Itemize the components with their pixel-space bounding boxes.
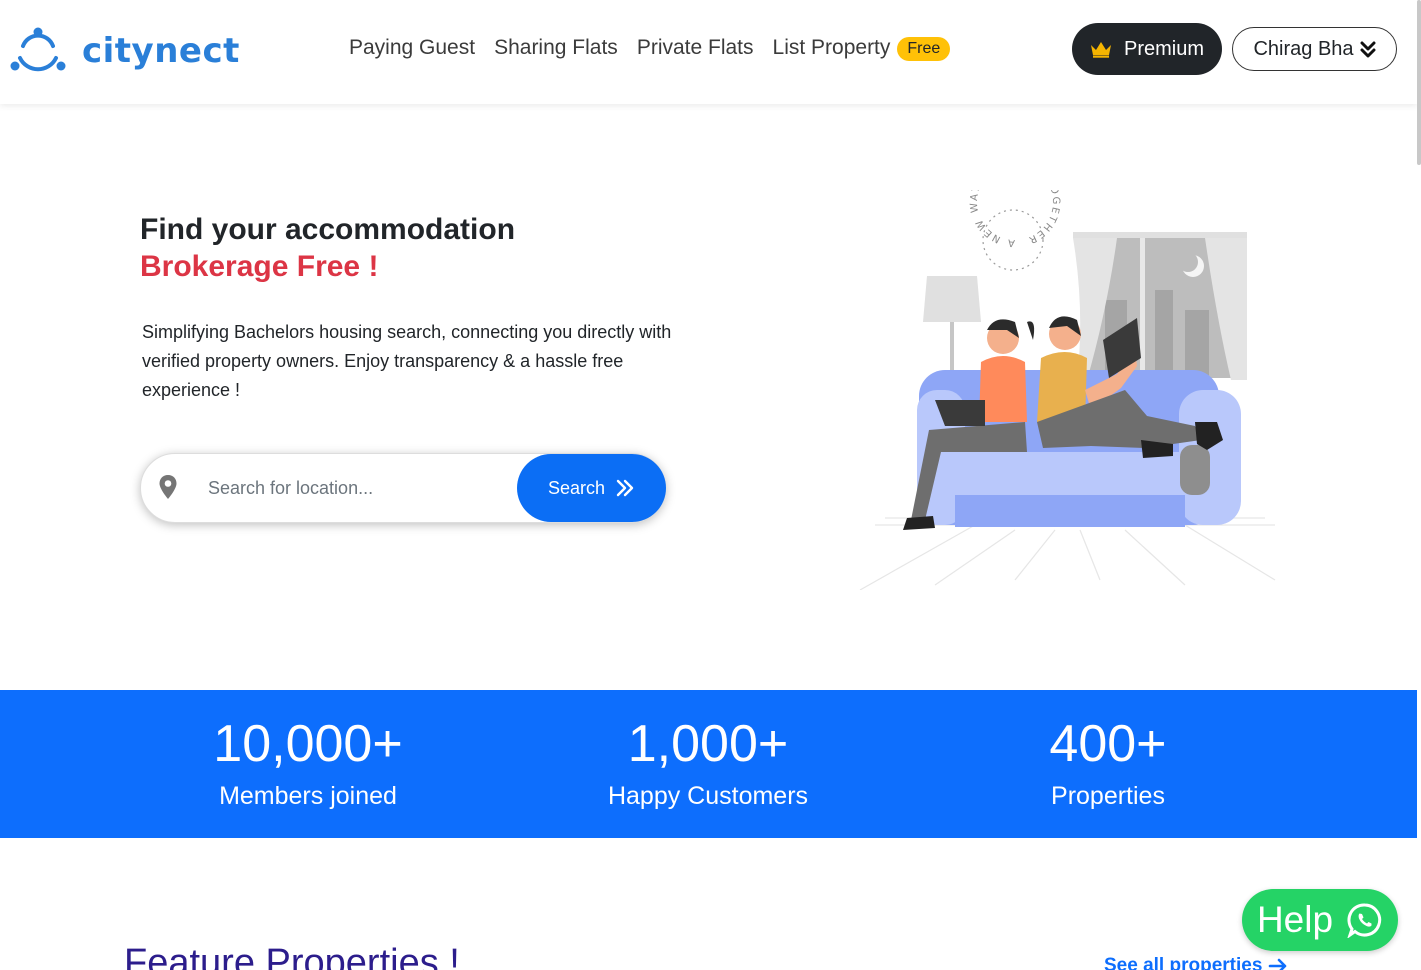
location-pin-icon [159, 475, 177, 499]
help-whatsapp-button[interactable]: Help [1242, 889, 1398, 951]
see-all-properties-link[interactable]: See all properties [1104, 955, 1288, 970]
search-button-label: Search [547, 477, 606, 498]
nav-sharing-flats[interactable]: Sharing Flats [494, 36, 618, 60]
badge-text: A NEW WAY OF LIVING TOGETHER [969, 190, 1061, 248]
scrollbar-thumb[interactable] [1417, 0, 1421, 165]
nav-paying-guest[interactable]: Paying Guest [349, 36, 475, 60]
user-menu-button[interactable]: Chirag Bha [1232, 27, 1397, 71]
whatsapp-icon [1347, 903, 1382, 938]
premium-button[interactable]: Premium [1072, 23, 1222, 75]
see-all-label: See all properties [1104, 955, 1263, 970]
stat-label: Happy Customers [607, 782, 809, 810]
hero-description: Simplifying Bachelors housing search, co… [142, 322, 672, 400]
nav-list-property[interactable]: List Property [773, 36, 891, 60]
stat-number: 1,000+ [627, 715, 789, 773]
featured-title: Feature Properties ! [124, 942, 460, 970]
stat-members: 10,000+ Members joined [108, 690, 508, 811]
stat-number: 10,000+ [213, 715, 403, 773]
stat-label: Members joined [219, 782, 397, 810]
double-chevron-right-icon [616, 479, 634, 497]
free-badge: Free [897, 37, 951, 61]
crown-icon [1090, 42, 1111, 58]
chevron-down-icon [1360, 41, 1376, 58]
stats-band: 10,000+ Members joined 1,000+ Happy Cust… [0, 690, 1417, 838]
premium-label: Premium [1123, 37, 1204, 60]
logo[interactable]: citynect [8, 26, 240, 76]
hero-illustration: A NEW WAY OF LIVING TOGETHER [859, 190, 1276, 590]
nav-private-flats[interactable]: Private Flats [637, 36, 754, 60]
search-button[interactable]: Search [517, 454, 666, 522]
help-label: Help [1256, 899, 1334, 940]
logo-text: citynect [82, 31, 240, 71]
stat-customers: 1,000+ Happy Customers [508, 690, 908, 811]
stat-label: Properties [1051, 782, 1165, 810]
arrow-right-icon [1269, 958, 1287, 970]
hero-subtitle: Brokerage Free ! [140, 250, 379, 283]
main-nav: Paying Guest Sharing Flats Private Flats… [349, 36, 951, 61]
location-search-input[interactable] [196, 470, 506, 506]
stat-properties: 400+ Properties [908, 690, 1308, 811]
stat-number: 400+ [1049, 715, 1167, 773]
site-header: citynect Paying Guest Sharing Flats Priv… [0, 0, 1417, 104]
user-name: Chirag Bha [1253, 37, 1354, 60]
logo-icon [10, 27, 66, 72]
hero-title: Find your accommodation [140, 213, 516, 246]
